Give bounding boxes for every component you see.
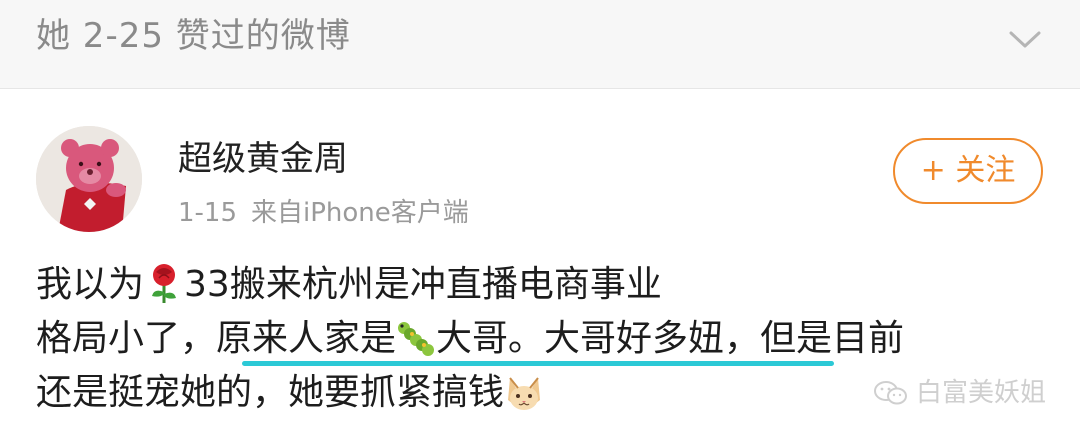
author-name[interactable]: 超级黄金周 <box>178 138 348 180</box>
page-title: 她 2-25 赞过的微博 <box>36 16 351 56</box>
post-meta: 1-15 来自iPhone客户端 <box>178 196 469 230</box>
wechat-icon <box>873 381 907 405</box>
avatar[interactable] <box>36 126 142 232</box>
post-line: 我以为 33搬来杭州是冲直播电商事业 <box>36 258 1046 312</box>
caterpillar-icon <box>398 322 435 356</box>
cat-face-icon <box>508 377 541 410</box>
post-date: 1-15 <box>178 198 238 228</box>
post-text: 33搬来杭州是冲直播电商事业 <box>184 264 662 305</box>
follow-button[interactable]: + 关注 <box>893 138 1043 204</box>
highlighted-text: 大哥。大哥好多妞 <box>436 318 725 359</box>
post-source: 来自iPhone客户端 <box>251 198 469 228</box>
highlight-underline <box>242 361 834 366</box>
post-text: 格局小了， <box>36 318 217 359</box>
rose-icon <box>152 264 177 303</box>
header-bar: 她 2-25 赞过的微博 <box>0 0 1080 89</box>
post-text: 还是挺宠她的，她要抓紧搞钱 <box>36 372 505 413</box>
post-text: 我以为 <box>36 264 145 305</box>
watermark: 白富美妖姐 <box>873 378 1046 408</box>
chevron-down-icon[interactable] <box>1008 28 1042 50</box>
highlighted-text: 原来人家是 <box>216 318 397 359</box>
post-line: 格局小了，原来人家是 大哥。大哥好多妞，但是目前 <box>36 312 1046 366</box>
watermark-text: 白富美妖姐 <box>915 378 1046 408</box>
post-text: ，但是目前 <box>724 318 905 359</box>
